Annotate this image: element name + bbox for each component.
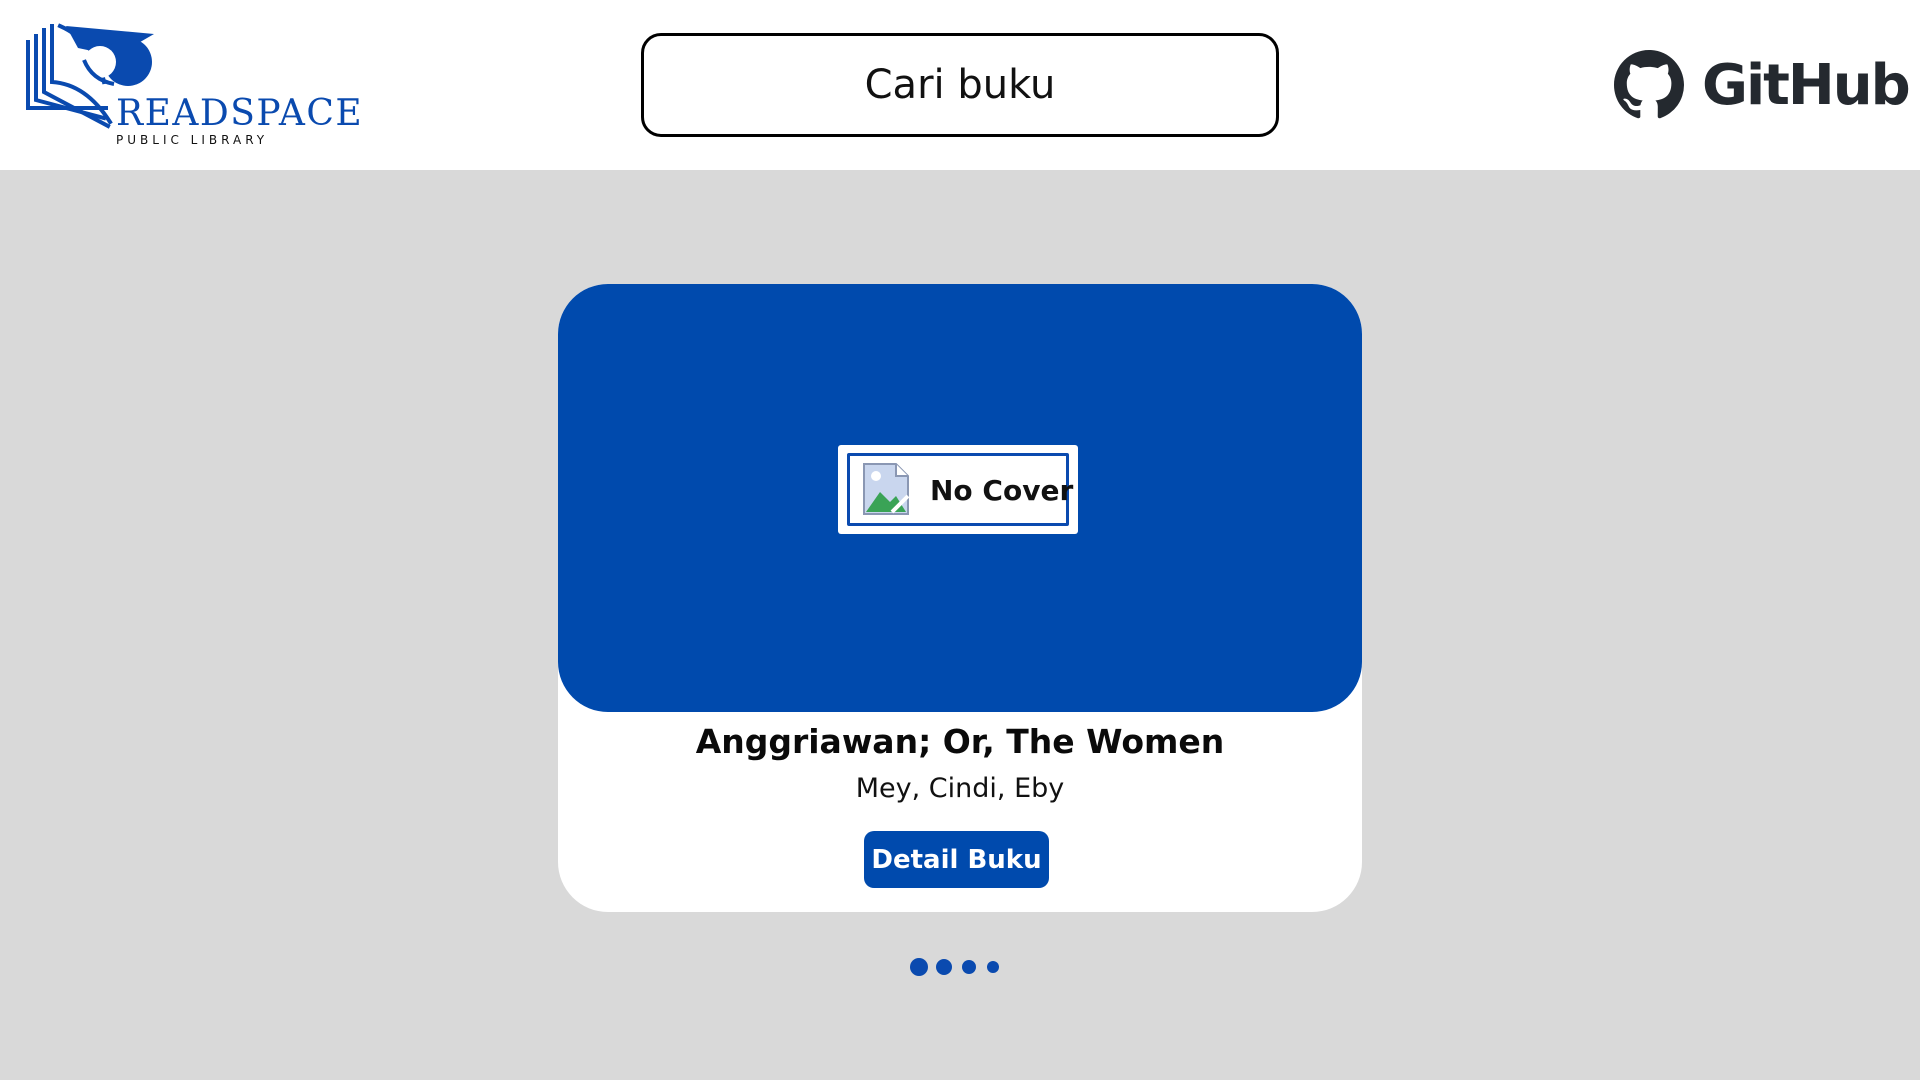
no-cover-label: No Cover — [930, 474, 1074, 507]
carousel-pagination — [908, 956, 1028, 976]
no-cover-placeholder: No Cover — [838, 445, 1078, 534]
book-authors: Mey, Cindi, Eby — [855, 773, 1065, 804]
broken-image-icon — [863, 463, 910, 515]
carousel-dot-1[interactable] — [910, 958, 928, 976]
detail-book-button[interactable]: Detail Buku — [864, 831, 1049, 888]
logo-title: READSPACE — [116, 93, 364, 134]
search-input[interactable] — [641, 33, 1279, 137]
readspace-logo[interactable]: READSPACE PUBLIC LIBRARY — [26, 22, 362, 147]
github-link[interactable]: GitHub — [1614, 48, 1911, 122]
github-icon — [1614, 50, 1684, 119]
header: READSPACE PUBLIC LIBRARY GitHub — [0, 0, 1920, 170]
github-label: GitHub — [1702, 52, 1911, 118]
carousel-dot-3[interactable] — [962, 960, 976, 974]
carousel-dot-4[interactable] — [987, 961, 999, 973]
logo-subtitle: PUBLIC LIBRARY — [116, 133, 269, 147]
book-title: Anggriawan; Or, The Women — [695, 722, 1225, 761]
no-cover-frame: No Cover — [847, 453, 1073, 526]
carousel-dot-2[interactable] — [936, 959, 952, 975]
